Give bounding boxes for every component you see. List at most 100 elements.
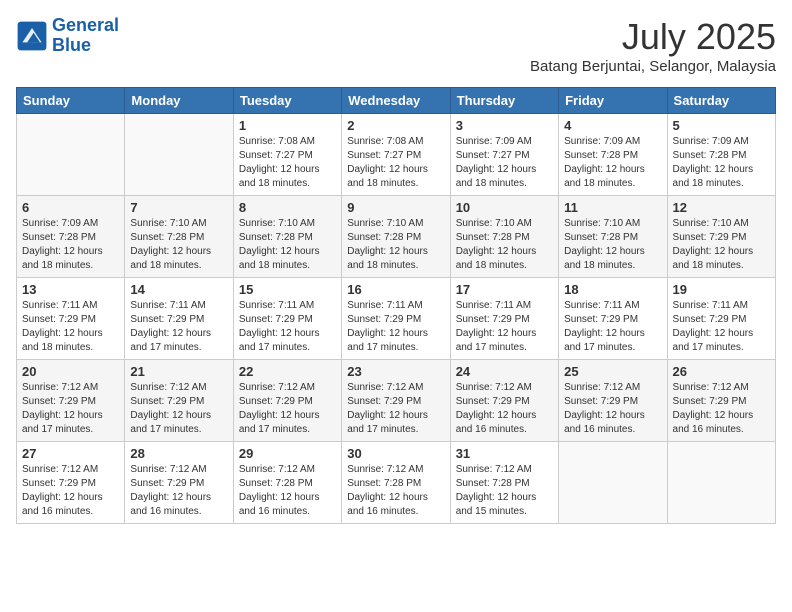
calendar-cell: 15 Sunrise: 7:11 AM Sunset: 7:29 PM Dayli… [233,278,341,360]
calendar-cell: 13Sunrise: 7:11 AM Sunset: 7:29 PM Dayli… [17,278,125,360]
day-info: Sunrise: 7:12 AM Sunset: 7:29 PM Dayligh… [564,381,661,437]
logo-icon [16,20,48,52]
month-year: July 2025 [530,16,776,58]
day-number: 1 [239,118,336,133]
day-number: 10 [456,200,553,215]
calendar-cell: 5Sunrise: 7:09 AM Sunset: 7:28 PM Daylig… [667,114,775,196]
day-number: 21 [130,364,227,379]
calendar-cell: 20 Sunrise: 7:12 AM Sunset: 7:29 PM Dayli… [17,360,125,442]
page-header: General Blue July 2025 Batang Berjuntai,… [16,16,776,75]
day-number: 13 [22,282,119,297]
day-info: Sunrise: 7:11 AM Sunset: 7:29 PM Dayligh… [673,299,770,355]
day-info: Sunrise: 7:10 AM Sunset: 7:28 PM Dayligh… [456,217,553,273]
calendar-cell: 4 Sunrise: 7:09 AM Sunset: 7:28 PM Daylig… [559,114,667,196]
day-number: 19 [673,282,770,297]
day-number: 7 [130,200,227,215]
day-info: Sunrise: 7:12 AM Sunset: 7:29 PM Dayligh… [456,381,553,437]
calendar-cell: 8 Sunrise: 7:10 AM Sunset: 7:28 PM Daylig… [233,196,341,278]
day-number: 31 [456,446,553,461]
calendar-cell: 23Sunrise: 7:12 AM Sunset: 7:29 PM Dayli… [342,360,450,442]
day-number: 14 [130,282,227,297]
day-number: 4 [564,118,661,133]
calendar-cell: 28 Sunrise: 7:12 AM Sunset: 7:29 PM Dayli… [125,442,233,524]
day-number: 2 [347,118,444,133]
calendar-cell: 18 Sunrise: 7:11 AM Sunset: 7:29 PM Dayli… [559,278,667,360]
day-info: Sunrise: 7:09 AM Sunset: 7:28 PM Dayligh… [564,135,661,191]
day-info: Sunrise: 7:10 AM Sunset: 7:28 PM Dayligh… [130,217,227,273]
calendar-cell [667,442,775,524]
calendar-cell: 24Sunrise: 7:12 AM Sunset: 7:29 PM Dayli… [450,360,558,442]
day-number: 8 [239,200,336,215]
day-number: 12 [673,200,770,215]
day-info: Sunrise: 7:10 AM Sunset: 7:28 PM Dayligh… [347,217,444,273]
weekday-header-monday: Monday [125,88,233,114]
day-info: Sunrise: 7:10 AM Sunset: 7:28 PM Dayligh… [239,217,336,273]
calendar-cell: 10 Sunrise: 7:10 AM Sunset: 7:28 PM Dayli… [450,196,558,278]
calendar-cell: 3 Sunrise: 7:09 AM Sunset: 7:27 PM Daylig… [450,114,558,196]
weekday-header-tuesday: Tuesday [233,88,341,114]
day-info: Sunrise: 7:12 AM Sunset: 7:29 PM Dayligh… [239,381,336,437]
calendar-cell: 2 Sunrise: 7:08 AM Sunset: 7:27 PM Daylig… [342,114,450,196]
day-number: 3 [456,118,553,133]
weekday-header-thursday: Thursday [450,88,558,114]
day-number: 11 [564,200,661,215]
day-info: Sunrise: 7:12 AM Sunset: 7:28 PM Dayligh… [456,463,553,519]
calendar-cell [17,114,125,196]
day-number: 23 [347,364,444,379]
day-number: 20 [22,364,119,379]
day-number: 18 [564,282,661,297]
day-number: 30 [347,446,444,461]
calendar-week-row: 20 Sunrise: 7:12 AM Sunset: 7:29 PM Dayli… [17,360,776,442]
calendar-cell: 26Sunrise: 7:12 AM Sunset: 7:29 PM Dayli… [667,360,775,442]
calendar-cell [559,442,667,524]
day-info: Sunrise: 7:12 AM Sunset: 7:29 PM Dayligh… [130,381,227,437]
calendar-week-row: 13 Sunrise: 7:11 AM Sunset: 7:29 PM Dayli… [17,278,776,360]
day-info: Sunrise: 7:12 AM Sunset: 7:29 PM Dayligh… [673,381,770,437]
day-number: 9 [347,200,444,215]
day-number: 5 [673,118,770,133]
day-info: Sunrise: 7:08 AM Sunset: 7:27 PM Dayligh… [239,135,336,191]
day-info: Sunrise: 7:11 AM Sunset: 7:29 PM Dayligh… [239,299,336,355]
day-number: 15 [239,282,336,297]
calendar-cell: 11 Sunrise: 7:10 AM Sunset: 7:28 PM Dayli… [559,196,667,278]
day-number: 6 [22,200,119,215]
weekday-header-friday: Friday [559,88,667,114]
day-info: Sunrise: 7:12 AM Sunset: 7:29 PM Dayligh… [22,463,119,519]
calendar-week-row: 1 Sunrise: 7:08 AM Sunset: 7:27 PM Daylig… [17,114,776,196]
day-number: 17 [456,282,553,297]
calendar-cell [125,114,233,196]
day-number: 22 [239,364,336,379]
day-info: Sunrise: 7:12 AM Sunset: 7:28 PM Dayligh… [239,463,336,519]
logo: General Blue [16,16,119,56]
weekday-header-wednesday: Wednesday [342,88,450,114]
day-number: 28 [130,446,227,461]
day-info: Sunrise: 7:10 AM Sunset: 7:28 PM Dayligh… [564,217,661,273]
calendar-cell: 25 Sunrise: 7:12 AM Sunset: 7:29 PM Dayli… [559,360,667,442]
day-info: Sunrise: 7:11 AM Sunset: 7:29 PM Dayligh… [564,299,661,355]
day-info: Sunrise: 7:09 AM Sunset: 7:27 PM Dayligh… [456,135,553,191]
calendar-cell: 27 Sunrise: 7:12 AM Sunset: 7:29 PM Dayli… [17,442,125,524]
day-info: Sunrise: 7:08 AM Sunset: 7:27 PM Dayligh… [347,135,444,191]
weekday-header-saturday: Saturday [667,88,775,114]
calendar-cell: 7 Sunrise: 7:10 AM Sunset: 7:28 PM Daylig… [125,196,233,278]
day-number: 27 [22,446,119,461]
day-info: Sunrise: 7:12 AM Sunset: 7:29 PM Dayligh… [22,381,119,437]
day-info: Sunrise: 7:12 AM Sunset: 7:28 PM Dayligh… [347,463,444,519]
location: Batang Berjuntai, Selangor, Malaysia [530,58,776,75]
weekday-header-sunday: Sunday [17,88,125,114]
day-number: 25 [564,364,661,379]
calendar-cell: 19 Sunrise: 7:11 AM Sunset: 7:29 PM Dayli… [667,278,775,360]
day-number: 16 [347,282,444,297]
title-block: July 2025 Batang Berjuntai, Selangor, Ma… [530,16,776,75]
calendar-cell: 12Sunrise: 7:10 AM Sunset: 7:29 PM Dayli… [667,196,775,278]
day-info: Sunrise: 7:12 AM Sunset: 7:29 PM Dayligh… [130,463,227,519]
day-info: Sunrise: 7:11 AM Sunset: 7:29 PM Dayligh… [347,299,444,355]
day-number: 29 [239,446,336,461]
calendar-week-row: 6Sunrise: 7:09 AM Sunset: 7:28 PM Daylig… [17,196,776,278]
calendar-cell: 6Sunrise: 7:09 AM Sunset: 7:28 PM Daylig… [17,196,125,278]
calendar-table: SundayMondayTuesdayWednesdayThursdayFrid… [16,87,776,524]
weekday-header-row: SundayMondayTuesdayWednesdayThursdayFrid… [17,88,776,114]
calendar-cell: 21 Sunrise: 7:12 AM Sunset: 7:29 PM Dayli… [125,360,233,442]
day-info: Sunrise: 7:11 AM Sunset: 7:29 PM Dayligh… [456,299,553,355]
calendar-cell: 16 Sunrise: 7:11 AM Sunset: 7:29 PM Dayli… [342,278,450,360]
